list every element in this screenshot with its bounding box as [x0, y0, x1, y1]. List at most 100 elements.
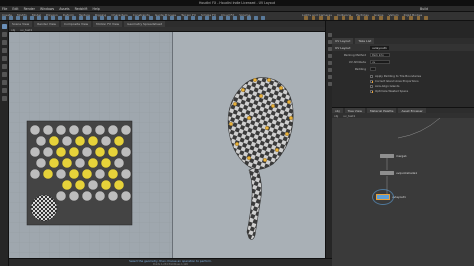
scene-3d[interactable] — [173, 32, 325, 258]
volume-light-icon[interactable] — [341, 16, 345, 20]
network-wires — [386, 118, 441, 194]
tool-icon[interactable] — [254, 16, 258, 20]
file-tool-icon[interactable] — [114, 16, 118, 20]
tool-icon[interactable] — [142, 16, 146, 20]
tool-icon[interactable] — [163, 16, 167, 20]
display-option-icon[interactable] — [327, 40, 332, 44]
uv-island — [81, 124, 93, 136]
circle-tool-icon[interactable] — [51, 16, 55, 20]
scale-tool-icon[interactable] — [2, 48, 7, 53]
vr-camera-icon[interactable] — [409, 16, 413, 20]
display-option-icon[interactable] — [327, 54, 332, 58]
uv-island — [29, 124, 41, 136]
display-option-icon[interactable] — [327, 33, 332, 37]
display-option-icon[interactable] — [327, 68, 332, 72]
tool-icon[interactable] — [149, 16, 153, 20]
portal-light-icon[interactable] — [386, 16, 390, 20]
node-uvquickshade1[interactable] — [380, 171, 394, 175]
select-tool-icon[interactable] — [2, 24, 7, 29]
padding-boundaries-checkbox[interactable] — [370, 74, 373, 78]
display-option-icon[interactable] — [327, 82, 332, 86]
tool-icon[interactable] — [240, 16, 244, 20]
sphere-tool-icon[interactable] — [9, 16, 13, 20]
tool-icon[interactable] — [170, 16, 174, 20]
null-tool-icon[interactable] — [37, 16, 41, 20]
geometry-light-icon[interactable] — [334, 16, 338, 20]
tool-icon[interactable] — [212, 16, 216, 20]
caustic-light-icon[interactable] — [379, 16, 383, 20]
model-canvas — [227, 77, 294, 240]
move-tool-icon[interactable] — [2, 32, 7, 37]
tool-icon[interactable] — [261, 16, 265, 20]
tool-icon[interactable] — [191, 16, 195, 20]
gi-light-icon[interactable] — [371, 16, 375, 20]
line-tool-icon[interactable] — [44, 16, 48, 20]
spiral-tool-icon[interactable] — [121, 16, 125, 20]
helix-tool-icon[interactable] — [128, 16, 132, 20]
uv-view[interactable] — [9, 32, 172, 258]
display-option-icon[interactable] — [327, 47, 332, 51]
network-editor[interactable]: merge1 uvquickshade1 uvlayout1 — [332, 118, 474, 266]
display-toolbar — [325, 21, 332, 266]
view-tool-icon[interactable] — [2, 72, 7, 77]
node-merge1[interactable] — [380, 154, 394, 158]
uv-island — [94, 146, 106, 158]
stereo-camera-icon[interactable] — [401, 16, 405, 20]
tool-icon[interactable] — [219, 16, 223, 20]
tool-icon[interactable] — [198, 16, 202, 20]
tool-icon[interactable] — [247, 16, 251, 20]
distant-light-icon[interactable] — [349, 16, 353, 20]
uv-island — [107, 168, 119, 180]
display-option-icon[interactable] — [327, 75, 332, 79]
display-option-icon[interactable] — [327, 61, 332, 65]
draw-curve-tool-icon[interactable] — [65, 16, 69, 20]
environment-light-icon[interactable] — [356, 16, 360, 20]
spot-light-icon[interactable] — [319, 16, 323, 20]
path-tool-icon[interactable] — [72, 16, 76, 20]
tool-icon[interactable] — [226, 16, 230, 20]
checkbox-label: Correct Island Area Proportions — [375, 79, 419, 83]
pose-tool-icon[interactable] — [2, 64, 7, 69]
uv-attribute-field[interactable]: uv — [370, 60, 390, 64]
point-light-icon[interactable] — [311, 16, 315, 20]
param-row: UV Attribute uv — [332, 60, 474, 65]
tool-icon[interactable] — [135, 16, 139, 20]
rotate-tool-icon[interactable] — [2, 40, 7, 45]
axis-align-checkbox[interactable] — [370, 84, 373, 88]
packing-method-menu[interactable]: Pack Into — [370, 53, 390, 57]
metaball-tool-icon[interactable] — [107, 16, 111, 20]
render-region-icon[interactable] — [2, 88, 7, 93]
grid-tool-icon[interactable] — [30, 16, 34, 20]
tool-icon[interactable] — [156, 16, 160, 20]
optimize-space-checkbox[interactable] — [370, 89, 374, 93]
font-tool-icon[interactable] — [86, 16, 90, 20]
correct-area-checkbox[interactable] — [370, 79, 374, 83]
tool-icon[interactable] — [233, 16, 237, 20]
gamepad-camera-icon[interactable] — [424, 16, 428, 20]
camera-tool-icon[interactable] — [304, 16, 308, 20]
spray-paint-tool-icon[interactable] — [79, 16, 83, 20]
model-point — [247, 156, 251, 160]
uv-island — [42, 124, 54, 136]
tool-icon[interactable] — [184, 16, 188, 20]
switcher-icon[interactable] — [416, 16, 420, 20]
area-light-icon[interactable] — [326, 16, 330, 20]
node-name-field[interactable]: uvlayout1 — [370, 45, 389, 50]
handle-tool-icon[interactable] — [2, 56, 7, 61]
uv-island — [94, 168, 106, 180]
padding-field[interactable] — [370, 67, 376, 71]
box-tool-icon[interactable] — [2, 16, 6, 20]
tool-icon[interactable] — [177, 16, 181, 20]
ambient-light-icon[interactable] — [394, 16, 398, 20]
torus-tool-icon[interactable] — [23, 16, 27, 20]
lsystem-tool-icon[interactable] — [100, 16, 104, 20]
uv-island — [61, 135, 73, 147]
snap-icon[interactable] — [2, 96, 7, 101]
model-point — [279, 86, 283, 90]
sky-light-icon[interactable] — [364, 16, 368, 20]
scripted-tool-icon[interactable] — [2, 80, 7, 85]
platonic-tool-icon[interactable] — [93, 16, 97, 20]
tool-icon[interactable] — [205, 16, 209, 20]
curve-tool-icon[interactable] — [58, 16, 62, 20]
tube-tool-icon[interactable] — [16, 16, 20, 20]
